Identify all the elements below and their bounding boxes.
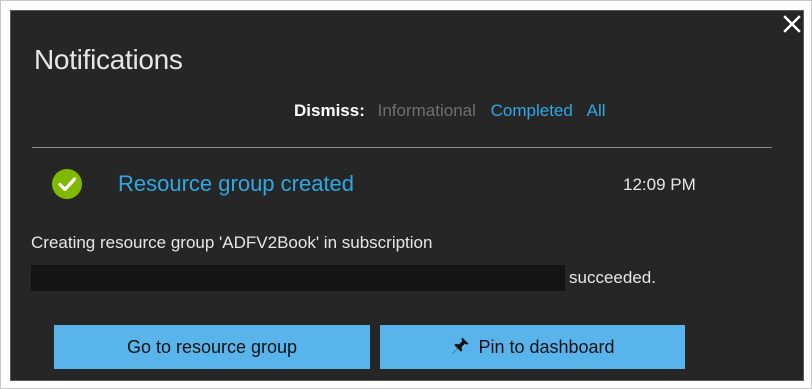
pin-to-dashboard-label: Pin to dashboard	[478, 337, 615, 357]
go-to-resource-group-button[interactable]: Go to resource group	[54, 325, 370, 369]
dismiss-bar: Dismiss: Informational Completed All	[294, 100, 616, 122]
notification-message: Creating resource group 'ADFV2Book' in s…	[31, 233, 433, 252]
dismiss-label: Dismiss:	[294, 101, 365, 120]
divider	[32, 147, 772, 148]
pin-icon	[452, 337, 469, 354]
go-to-resource-group-label: Go to resource group	[126, 337, 298, 357]
pin-to-dashboard-button[interactable]: Pin to dashboard	[380, 325, 685, 369]
notification-title[interactable]: Resource group created	[118, 170, 354, 198]
notification-message-status: succeeded.	[569, 268, 656, 287]
check-circle-icon	[52, 169, 82, 199]
close-icon	[783, 15, 801, 33]
dismiss-all-link[interactable]: All	[587, 101, 606, 120]
notification-time: 12:09 PM	[623, 175, 696, 194]
panel-title: Notifications	[34, 44, 183, 75]
notifications-panel: Notifications Dismiss: Informational Com…	[10, 10, 804, 381]
dismiss-completed-link[interactable]: Completed	[491, 101, 573, 120]
screenshot-frame: Notifications Dismiss: Informational Com…	[0, 0, 812, 389]
redacted-subscription	[31, 265, 565, 291]
close-button[interactable]	[781, 13, 803, 35]
dismiss-informational-link[interactable]: Informational	[378, 101, 476, 120]
